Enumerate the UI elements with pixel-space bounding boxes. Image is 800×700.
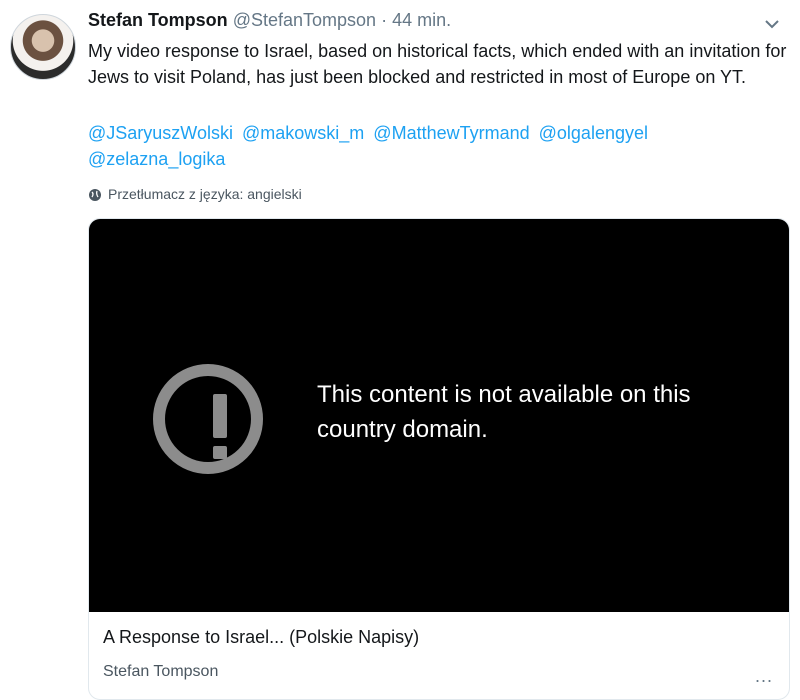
tweet-header: Stefan Tompson @StefanTompson · 44 min. [88, 8, 451, 32]
exclamation-dot [213, 446, 227, 459]
avatar[interactable] [10, 14, 76, 80]
author-name[interactable]: Stefan Tompson [88, 10, 228, 30]
video-player[interactable]: This content is not available on this co… [89, 219, 789, 612]
separator: · [381, 10, 388, 30]
exclamation-circle-icon [153, 364, 263, 474]
mention-link[interactable]: @JSaryuszWolski [88, 123, 233, 143]
mention-link[interactable]: @zelazna_logika [88, 149, 225, 169]
timestamp[interactable]: 44 min. [392, 10, 451, 30]
mentions: @JSaryuszWolski @makowski_m @MatthewTyrm… [88, 120, 788, 172]
tweet-text: My video response to Israel, based on hi… [88, 41, 787, 87]
translate-link[interactable]: Przetłumacz z języka: angielski [88, 184, 302, 204]
mention-link[interactable]: @makowski_m [242, 123, 364, 143]
globe-icon [88, 187, 102, 201]
chevron-down-icon[interactable] [762, 14, 782, 34]
exclamation-bar [213, 394, 227, 438]
video-card[interactable]: This content is not available on this co… [88, 218, 790, 700]
card-title[interactable]: A Response to Israel... (Polskie Napisy) [103, 625, 419, 649]
mention-link[interactable]: @MatthewTyrmand [373, 123, 529, 143]
translate-label: Przetłumacz z języka: angielski [108, 186, 302, 202]
card-source: Stefan Tompson [103, 663, 219, 680]
mention-link[interactable]: @olgalengyel [539, 123, 648, 143]
author-handle[interactable]: @StefanTompson [233, 10, 376, 30]
blocked-message: This content is not available on this co… [317, 381, 691, 443]
more-horizontal-icon[interactable]: ... [755, 667, 773, 685]
